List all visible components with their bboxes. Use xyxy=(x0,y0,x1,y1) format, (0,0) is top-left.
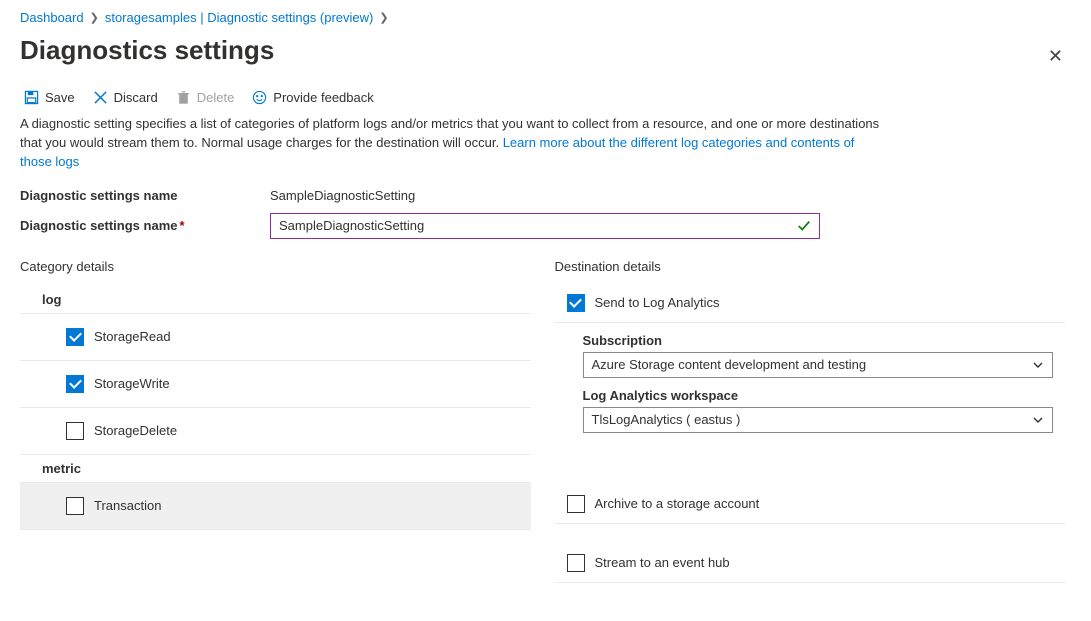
name-readonly-value: SampleDiagnosticSetting xyxy=(270,188,415,203)
close-button[interactable]: ✕ xyxy=(1048,46,1063,67)
log-storagedelete-label: StorageDelete xyxy=(94,423,177,438)
delete-button: Delete xyxy=(176,90,235,105)
save-button[interactable]: Save xyxy=(24,90,75,105)
metric-group-label: metric xyxy=(20,455,531,483)
workspace-select[interactable]: TlsLogAnalytics ( eastus ) xyxy=(583,407,1053,433)
destination-details-column: Destination details Send to Log Analytic… xyxy=(555,259,1066,583)
close-icon xyxy=(93,90,108,105)
dest-stream-label: Stream to an event hub xyxy=(595,555,730,570)
checkbox-storagewrite[interactable] xyxy=(66,375,84,393)
log-group-label: log xyxy=(20,286,531,314)
checkbox-storageread[interactable] xyxy=(66,328,84,346)
checkbox-stream[interactable] xyxy=(567,554,585,572)
name-readonly-row: Diagnostic settings name SampleDiagnosti… xyxy=(20,188,1065,203)
toolbar: Save Discard Delete Provide feedback xyxy=(20,86,1065,115)
chevron-down-icon xyxy=(1032,414,1044,426)
log-storagewrite-label: StorageWrite xyxy=(94,376,170,391)
dest-archive-row[interactable]: Archive to a storage account xyxy=(555,487,1066,524)
subscription-select[interactable]: Azure Storage content development and te… xyxy=(583,352,1053,378)
subscription-value: Azure Storage content development and te… xyxy=(592,357,867,372)
description: A diagnostic setting specifies a list of… xyxy=(20,115,880,172)
check-icon xyxy=(797,219,811,233)
metric-transaction-row[interactable]: Transaction xyxy=(20,483,531,530)
smiley-icon xyxy=(252,90,267,105)
name-input-label: Diagnostic settings name* xyxy=(20,218,270,233)
feedback-button[interactable]: Provide feedback xyxy=(252,90,373,105)
chevron-down-icon xyxy=(1032,359,1044,371)
checkbox-archive[interactable] xyxy=(567,495,585,513)
log-storageread-row[interactable]: StorageRead xyxy=(20,314,531,361)
workspace-label: Log Analytics workspace xyxy=(583,388,1066,403)
delete-label: Delete xyxy=(197,90,235,105)
dest-log-analytics-label: Send to Log Analytics xyxy=(595,295,720,310)
name-input[interactable]: SampleDiagnosticSetting xyxy=(270,213,820,239)
log-analytics-nested: Subscription Azure Storage content devel… xyxy=(555,333,1066,433)
name-input-row: Diagnostic settings name* SampleDiagnost… xyxy=(20,213,1065,239)
log-storageread-label: StorageRead xyxy=(94,329,171,344)
discard-label: Discard xyxy=(114,90,158,105)
checkbox-log-analytics[interactable] xyxy=(567,294,585,312)
dest-log-analytics-row[interactable]: Send to Log Analytics xyxy=(555,286,1066,323)
save-icon xyxy=(24,90,39,105)
destination-details-header: Destination details xyxy=(555,259,1066,274)
breadcrumb-dashboard[interactable]: Dashboard xyxy=(20,10,84,25)
chevron-right-icon: ❯ xyxy=(90,11,99,24)
trash-icon xyxy=(176,90,191,105)
checkbox-storagedelete[interactable] xyxy=(66,422,84,440)
breadcrumb-resource[interactable]: storagesamples | Diagnostic settings (pr… xyxy=(105,10,374,25)
breadcrumb: Dashboard ❯ storagesamples | Diagnostic … xyxy=(20,8,1065,25)
category-details-header: Category details xyxy=(20,259,531,274)
dest-stream-row[interactable]: Stream to an event hub xyxy=(555,546,1066,583)
workspace-value: TlsLogAnalytics ( eastus ) xyxy=(592,412,741,427)
name-readonly-label: Diagnostic settings name xyxy=(20,188,270,203)
name-input-value: SampleDiagnosticSetting xyxy=(279,218,424,233)
checkbox-transaction[interactable] xyxy=(66,497,84,515)
subscription-label: Subscription xyxy=(583,333,1066,348)
metric-transaction-label: Transaction xyxy=(94,498,161,513)
feedback-label: Provide feedback xyxy=(273,90,373,105)
dest-archive-label: Archive to a storage account xyxy=(595,496,760,511)
page-title: Diagnostics settings xyxy=(20,35,1065,66)
required-asterisk: * xyxy=(179,218,184,233)
save-label: Save xyxy=(45,90,75,105)
discard-button[interactable]: Discard xyxy=(93,90,158,105)
category-details-column: Category details log StorageRead Storage… xyxy=(20,259,531,583)
chevron-right-icon: ❯ xyxy=(379,11,388,24)
log-storagewrite-row[interactable]: StorageWrite xyxy=(20,361,531,408)
log-storagedelete-row[interactable]: StorageDelete xyxy=(20,408,531,455)
